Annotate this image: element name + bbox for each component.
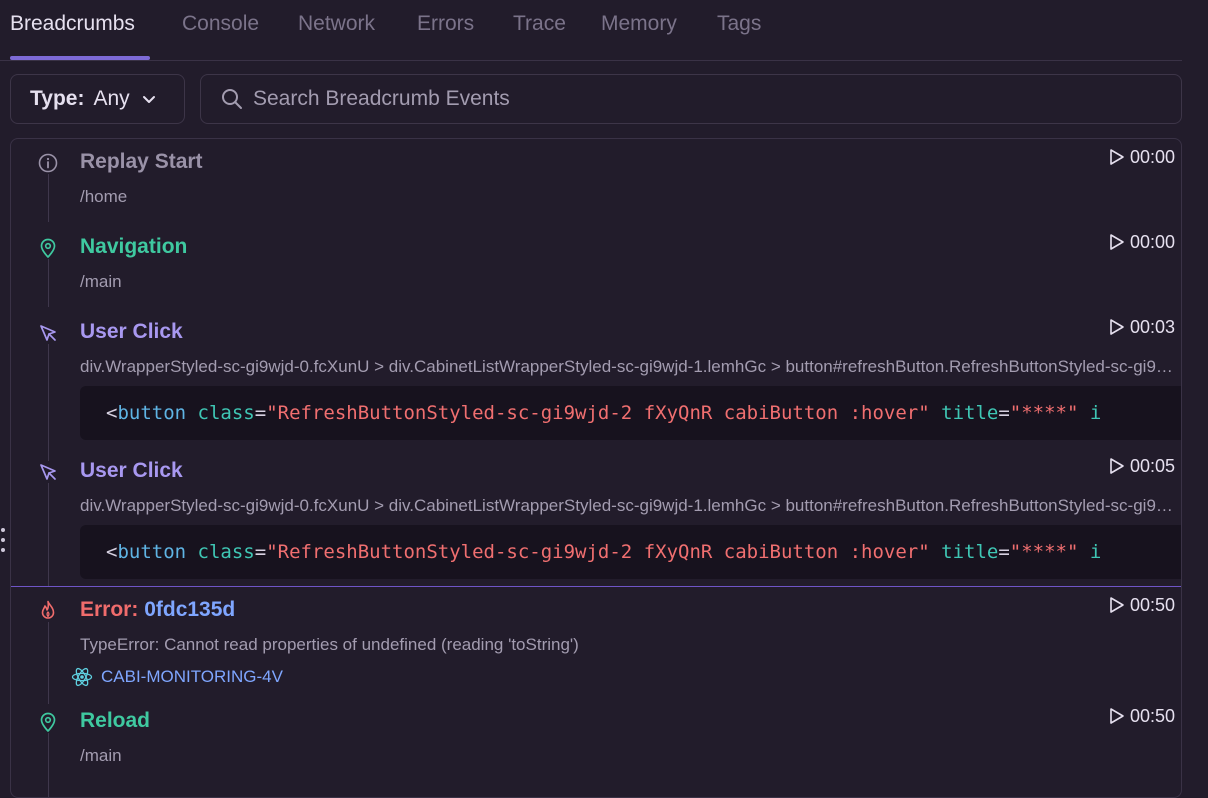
- play-icon: [1110, 234, 1124, 250]
- code-punct: =: [998, 402, 1010, 424]
- code-string: "****": [1009, 402, 1079, 424]
- handle-dot: [1, 548, 5, 552]
- tab-trace[interactable]: Trace: [513, 11, 566, 37]
- dom-element-snippet: <button class="RefreshButtonStyled-sc-gi…: [80, 386, 1181, 440]
- code-string: "RefreshButtonStyled-sc-gi9wjd-2 fXyQnR …: [266, 402, 930, 424]
- tab-memory[interactable]: Memory: [601, 11, 677, 37]
- code-tag: button: [117, 541, 187, 563]
- code-attr: i: [1089, 402, 1102, 424]
- play-icon: [1110, 708, 1124, 724]
- issue-link[interactable]: CABI-MONITORING-4V: [71, 666, 283, 688]
- type-filter-label: Type:: [30, 87, 85, 110]
- current-time-divider: [11, 586, 1181, 587]
- code-attr: i: [1089, 541, 1102, 563]
- tab-tags[interactable]: Tags: [717, 11, 761, 37]
- play-timestamp-button[interactable]: 00:03: [1109, 316, 1175, 338]
- cursor-icon: [38, 462, 58, 482]
- play-icon: [1110, 597, 1124, 613]
- play-icon: [1110, 319, 1124, 335]
- code-punct: =: [998, 541, 1010, 563]
- tab-console[interactable]: Console: [182, 11, 259, 37]
- react-icon: [71, 667, 93, 687]
- timeline-line: [48, 174, 49, 222]
- code-punct: <: [106, 541, 118, 563]
- timestamp-label: 00:50: [1129, 706, 1175, 726]
- dom-element-snippet: <button class="RefreshButtonStyled-sc-gi…: [80, 525, 1181, 579]
- timeline-line: [48, 344, 49, 461]
- breadcrumb-title: Reload: [80, 709, 151, 732]
- code-string: "RefreshButtonStyled-sc-gi9wjd-2 fXyQnR …: [266, 541, 930, 563]
- breadcrumb-title: User Click: [80, 320, 183, 343]
- breadcrumb-description: /main: [80, 746, 122, 765]
- timestamp-label: 00:03: [1129, 317, 1175, 337]
- resize-handle[interactable]: [0, 528, 6, 552]
- breadcrumb-description: /home: [80, 187, 128, 206]
- chevron-down-icon: [142, 92, 156, 106]
- timestamp-label: 00:50: [1129, 595, 1175, 615]
- tab-network[interactable]: Network: [298, 11, 375, 37]
- code-tag: button: [117, 402, 187, 424]
- error-id-link[interactable]: 0fdc135d: [144, 598, 235, 621]
- timeline-line: [48, 733, 49, 797]
- tab-errors[interactable]: Errors: [417, 11, 474, 37]
- play-icon: [1110, 149, 1124, 165]
- breadcrumb-title: User Click: [80, 459, 183, 482]
- breadcrumb-title: Error: 0fdc135d: [80, 597, 235, 623]
- play-timestamp-button[interactable]: 00:00: [1109, 146, 1175, 168]
- code-attr: title: [941, 541, 999, 563]
- search-placeholder: Search Breadcrumb Events: [253, 87, 510, 110]
- play-icon: [1110, 458, 1124, 474]
- code-string: "****": [1009, 541, 1079, 563]
- play-timestamp-button[interactable]: 00:05: [1109, 455, 1175, 477]
- location-pin-icon: [38, 712, 58, 732]
- timeline-line: [48, 483, 49, 587]
- breadcrumb-description: /main: [80, 272, 122, 291]
- code-punct: =: [254, 541, 267, 563]
- play-timestamp-button[interactable]: 00:50: [1109, 705, 1175, 727]
- fire-icon: [38, 600, 58, 620]
- type-filter-value: Any: [93, 87, 130, 110]
- issue-id: CABI-MONITORING-4V: [101, 667, 283, 686]
- breadcrumb-title: Replay Start: [80, 150, 203, 173]
- breadcrumb-title: Navigation: [80, 235, 188, 258]
- search-icon: [220, 87, 244, 111]
- active-tab-indicator: [10, 56, 150, 60]
- timestamp-label: 00:05: [1129, 456, 1175, 476]
- handle-dot: [1, 538, 5, 542]
- info-icon: [38, 153, 58, 173]
- type-filter-dropdown[interactable]: Type: Any: [10, 74, 185, 124]
- play-timestamp-button[interactable]: 00:00: [1109, 231, 1175, 253]
- timeline-line: [48, 622, 49, 704]
- timestamp-label: 00:00: [1129, 147, 1175, 167]
- breadcrumb-list[interactable]: Replay Start 00:00 /home Navigation 00:0…: [10, 138, 1182, 798]
- search-breadcrumbs-input[interactable]: Search Breadcrumb Events: [200, 74, 1182, 124]
- code-attr: title: [941, 402, 999, 424]
- error-message: TypeError: Cannot read properties of und…: [80, 635, 579, 654]
- tab-breadcrumbs[interactable]: Breadcrumbs: [10, 11, 135, 37]
- code-punct: <: [106, 402, 118, 424]
- cursor-icon: [38, 323, 58, 343]
- code-punct: =: [254, 402, 267, 424]
- play-timestamp-button[interactable]: 00:50: [1109, 594, 1175, 616]
- dom-selector-path: div.WrapperStyled-sc-gi9wjd-0.fcXunU > d…: [80, 357, 1175, 376]
- dom-selector-path: div.WrapperStyled-sc-gi9wjd-0.fcXunU > d…: [80, 496, 1175, 515]
- timestamp-label: 00:00: [1129, 232, 1175, 252]
- tab-bar: Breadcrumbs Console Network Errors Trace…: [0, 0, 1182, 61]
- code-attr: class: [197, 402, 255, 424]
- handle-dot: [1, 528, 5, 532]
- code-attr: class: [197, 541, 255, 563]
- error-label: Error:: [80, 598, 139, 621]
- location-pin-icon: [38, 238, 58, 258]
- timeline-line: [48, 259, 49, 307]
